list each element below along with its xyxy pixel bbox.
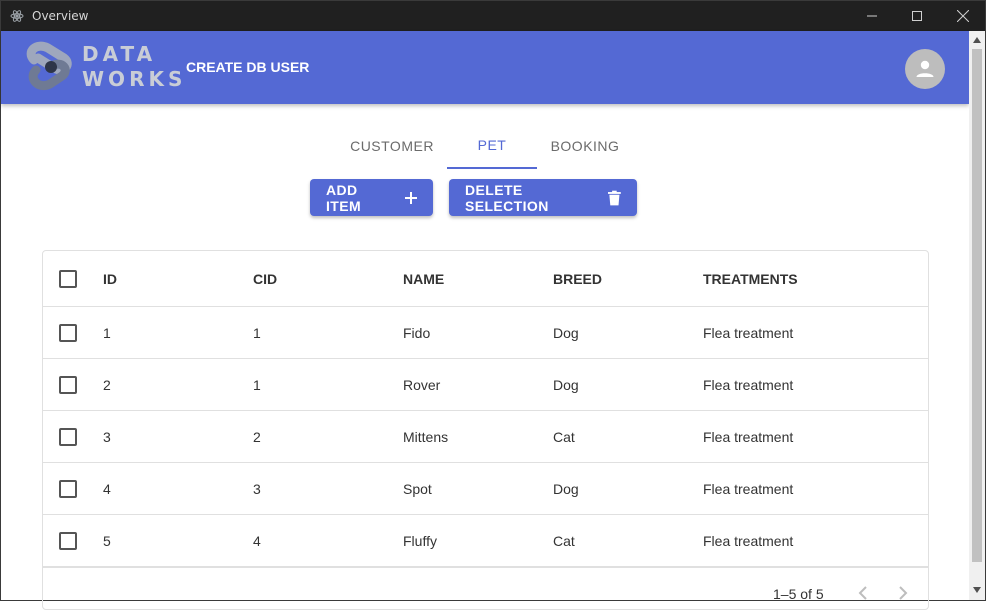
cell-cid: 1 bbox=[253, 324, 261, 341]
cell-name: Fluffy bbox=[403, 532, 437, 549]
row-checkbox[interactable] bbox=[59, 531, 77, 550]
vertical-scrollbar[interactable] bbox=[969, 31, 985, 600]
cell-cid: 4 bbox=[253, 532, 261, 549]
scroll-down-icon[interactable] bbox=[973, 587, 981, 593]
plus-icon bbox=[404, 191, 417, 204]
scroll-thumb[interactable] bbox=[972, 49, 982, 562]
create-db-user-link[interactable]: CREATE DB USER bbox=[186, 59, 309, 75]
column-header-cid[interactable]: CID bbox=[253, 251, 277, 306]
column-header-name[interactable]: NAME bbox=[403, 251, 444, 306]
cell-id: 1 bbox=[103, 324, 111, 341]
trash-icon bbox=[608, 190, 621, 205]
cell-cid: 2 bbox=[253, 428, 261, 445]
close-icon bbox=[957, 10, 969, 22]
minimize-button[interactable] bbox=[849, 1, 895, 31]
chevron-right-icon[interactable] bbox=[898, 586, 908, 600]
scroll-up-icon[interactable] bbox=[973, 37, 981, 43]
cell-id: 5 bbox=[103, 532, 111, 549]
cell-breed: Dog bbox=[553, 324, 579, 341]
cell-breed: Cat bbox=[553, 428, 575, 445]
delete-selection-button[interactable]: DELETE SELECTION bbox=[449, 179, 637, 216]
cell-id: 4 bbox=[103, 480, 111, 497]
window-title: Overview bbox=[32, 9, 89, 23]
avatar[interactable] bbox=[905, 49, 945, 89]
cell-treatments: Flea treatment bbox=[703, 324, 794, 341]
add-item-button[interactable]: ADD ITEM bbox=[310, 179, 433, 216]
column-header-treatments[interactable]: TREATMENTS bbox=[703, 251, 798, 306]
cell-name: Fido bbox=[403, 324, 431, 341]
row-checkbox[interactable] bbox=[59, 427, 77, 446]
pet-table: ID CID NAME BREED TREATMENTS 1 1 Fido Do… bbox=[42, 250, 929, 610]
logo-line-2: WORKS bbox=[82, 67, 187, 91]
tab-customer[interactable]: CUSTOMER bbox=[337, 123, 447, 169]
row-checkbox[interactable] bbox=[59, 479, 77, 498]
electron-icon bbox=[10, 10, 24, 22]
row-checkbox[interactable] bbox=[59, 375, 77, 394]
table-row[interactable]: 2 1 Rover Dog Flea treatment bbox=[43, 359, 928, 411]
cell-breed: Dog bbox=[553, 480, 579, 497]
cell-breed: Dog bbox=[553, 376, 579, 393]
cell-name: Mittens bbox=[403, 428, 449, 445]
app-bar: DATA WORKS CREATE DB USER bbox=[1, 31, 969, 104]
cell-name: Rover bbox=[403, 376, 441, 393]
tab-pet[interactable]: PET bbox=[447, 123, 537, 169]
select-all-checkbox[interactable] bbox=[59, 269, 77, 288]
delete-selection-label: DELETE SELECTION bbox=[465, 181, 549, 214]
table-row[interactable]: 3 2 Mittens Cat Flea treatment bbox=[43, 411, 928, 463]
table-header-row: ID CID NAME BREED TREATMENTS bbox=[43, 251, 928, 307]
table-row[interactable]: 4 3 Spot Dog Flea treatment bbox=[43, 463, 928, 515]
cell-cid: 3 bbox=[253, 480, 261, 497]
person-icon bbox=[916, 60, 934, 77]
cell-treatments: Flea treatment bbox=[703, 532, 794, 549]
logo-icon bbox=[26, 41, 72, 90]
table-footer: 1–5 of 5 bbox=[43, 567, 928, 609]
maximize-button[interactable] bbox=[894, 1, 940, 31]
maximize-icon bbox=[912, 11, 922, 21]
chevron-left-icon[interactable] bbox=[858, 586, 868, 600]
cell-name: Spot bbox=[403, 480, 432, 497]
column-header-id[interactable]: ID bbox=[103, 251, 117, 306]
cell-treatments: Flea treatment bbox=[703, 428, 794, 445]
logo-text: DATA WORKS bbox=[82, 42, 186, 92]
app-window: Overview DATA WORKS CREATE DB USER CUSTO… bbox=[0, 0, 986, 610]
cell-cid: 1 bbox=[253, 376, 261, 393]
table-row[interactable]: 5 4 Fluffy Cat Flea treatment bbox=[43, 515, 928, 567]
pagination-label: 1–5 of 5 bbox=[773, 586, 824, 602]
cell-id: 3 bbox=[103, 428, 111, 445]
cell-id: 2 bbox=[103, 376, 111, 393]
add-item-label: ADD ITEM bbox=[326, 181, 362, 214]
tab-bar: CUSTOMER PET BOOKING bbox=[337, 123, 633, 169]
close-button[interactable] bbox=[940, 1, 986, 31]
title-bar: Overview bbox=[1, 1, 985, 31]
row-checkbox[interactable] bbox=[59, 323, 77, 342]
cell-treatments: Flea treatment bbox=[703, 480, 794, 497]
cell-treatments: Flea treatment bbox=[703, 376, 794, 393]
minimize-icon bbox=[867, 15, 877, 17]
column-header-breed[interactable]: BREED bbox=[553, 251, 602, 306]
table-row[interactable]: 1 1 Fido Dog Flea treatment bbox=[43, 307, 928, 359]
cell-breed: Cat bbox=[553, 532, 575, 549]
tab-booking[interactable]: BOOKING bbox=[537, 123, 633, 169]
logo-line-1: DATA bbox=[82, 42, 157, 66]
